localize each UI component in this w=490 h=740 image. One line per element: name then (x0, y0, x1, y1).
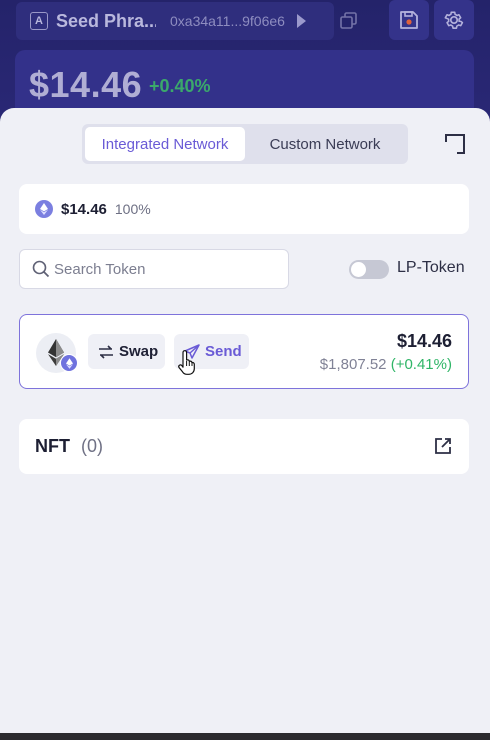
ethereum-icon (35, 200, 53, 218)
lp-token-label: LP-Token (397, 259, 465, 276)
send-label: Send (205, 343, 242, 360)
wallet-save-button[interactable] (389, 0, 429, 40)
hand-cursor-icon (178, 350, 195, 375)
swap-label: Swap (119, 343, 159, 360)
copy-icon[interactable] (340, 12, 358, 30)
account-badge: A (30, 12, 48, 30)
account-address: 0xa34a11...9f06e6 (170, 13, 285, 29)
chain-total-value: $14.46 (61, 200, 107, 218)
wallet-save-icon (400, 11, 418, 29)
account-name: Seed Phra... (56, 10, 156, 31)
token-search[interactable] (19, 249, 289, 289)
lp-token-toggle[interactable] (349, 260, 389, 279)
chain-summary-card[interactable]: $14.46 100% (19, 184, 469, 234)
token-change: (+0.41%) (390, 356, 452, 373)
bottom-edge (0, 733, 490, 740)
tab-integrated-network[interactable]: Integrated Network (85, 127, 245, 161)
search-input[interactable] (54, 260, 274, 278)
chain-total-percent: 100% (114, 201, 151, 217)
token-price-line: $1,807.52 (+0.41%) (320, 356, 452, 373)
total-balance: $14.46 (29, 64, 143, 105)
swap-icon (99, 344, 113, 359)
swap-button[interactable]: Swap (88, 334, 165, 369)
expand-icon[interactable] (444, 133, 466, 155)
token-value: $14.46 (396, 331, 452, 351)
network-tabs: Integrated Network Custom Network (82, 124, 408, 164)
token-price: $1,807.52 (319, 356, 387, 373)
token-row-eth[interactable]: Swap Send $14.46 $1,807.52 (+0.41%) (19, 314, 469, 389)
tab-custom-network[interactable]: Custom Network (245, 127, 405, 161)
play-arrow-icon[interactable] (296, 14, 306, 28)
account-selector[interactable]: A Seed Phra... 0xa34a11...9f06e6 (16, 2, 334, 40)
chain-badge-icon (60, 354, 78, 372)
balance-change: +0.40% (149, 76, 211, 96)
nft-count: (0) (81, 436, 103, 456)
nft-section[interactable]: NFT (0) (19, 419, 469, 474)
assets-panel: Integrated Network Custom Network $14.46… (0, 108, 490, 740)
gear-icon (444, 11, 464, 29)
external-link-icon[interactable] (434, 437, 452, 455)
toggle-knob (351, 262, 366, 277)
search-icon (32, 260, 50, 278)
nft-label: NFT (35, 436, 70, 456)
settings-button[interactable] (434, 0, 474, 40)
